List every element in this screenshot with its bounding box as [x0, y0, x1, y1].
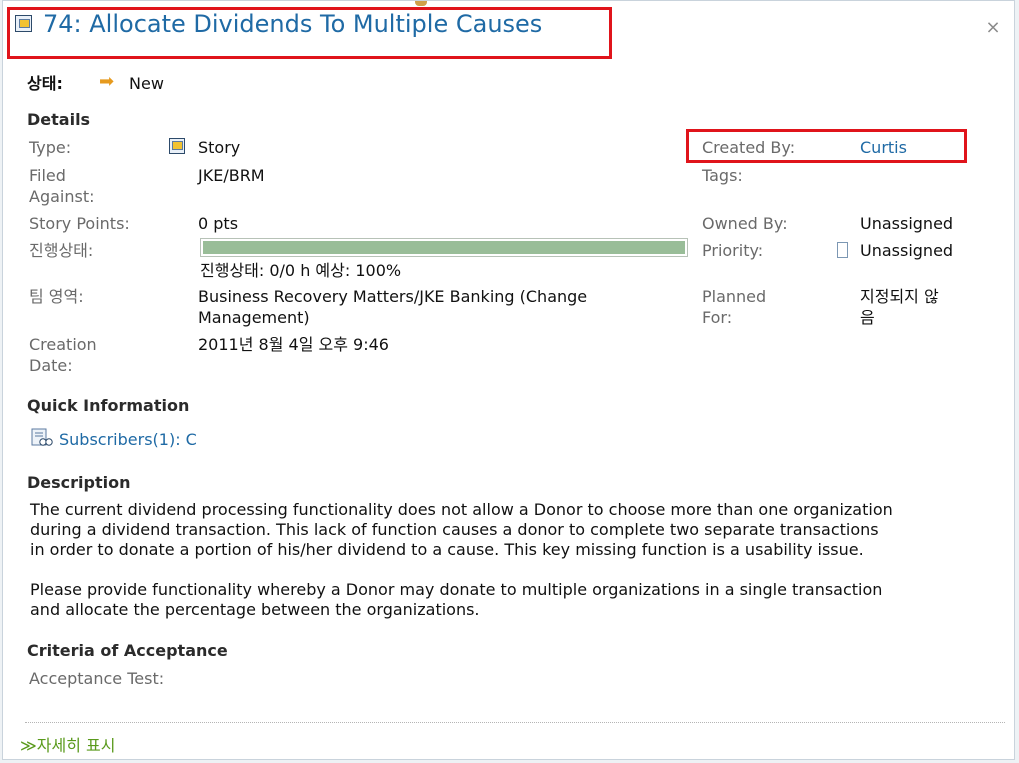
owned-by-label: Owned By: — [702, 214, 788, 233]
type-value: Story — [198, 138, 241, 157]
planned-for-value: 지정되지 않 — [860, 287, 939, 306]
story-icon — [15, 15, 32, 32]
progress-text: 진행상태: 0/0 h 예상: 100% — [200, 261, 402, 280]
priority-value: Unassigned — [860, 241, 954, 260]
priority-icon — [837, 242, 848, 258]
filed-against-value: JKE/BRM — [198, 166, 265, 185]
priority-label: Priority: — [702, 241, 764, 260]
description-paragraph-1: The current dividend processing function… — [30, 500, 990, 560]
progress-label: 진행상태: — [29, 241, 94, 260]
progress-bar-fill — [203, 241, 685, 254]
creation-date-value: 2011년 8월 4일 오후 9:46 — [198, 335, 389, 354]
planned-for-label-cont: For: — [702, 308, 733, 327]
filed-against-label: Filed — [29, 166, 66, 185]
description-paragraph-2: Please provide functionality whereby a D… — [30, 580, 990, 620]
footer-divider — [25, 722, 1005, 723]
close-icon[interactable]: ⨯ — [984, 19, 1002, 37]
description-heading: Description — [27, 473, 131, 492]
description-line: Please provide functionality whereby a D… — [30, 580, 883, 599]
creation-date-label: Creation — [29, 335, 97, 354]
double-chevron-down-icon: ≫ — [20, 736, 37, 755]
status-value: New — [129, 74, 164, 93]
created-by-label: Created By: — [702, 138, 796, 157]
arrow-right-icon: ➡ — [99, 71, 115, 92]
story-icon — [169, 138, 185, 154]
filed-against-label-cont: Against: — [29, 187, 95, 206]
description-line: The current dividend processing function… — [30, 500, 893, 519]
show-more-label: 자세히 표시 — [36, 736, 116, 755]
type-label: Type: — [29, 138, 72, 157]
criteria-heading: Criteria of Acceptance — [27, 641, 228, 660]
subscribers-icon — [31, 428, 53, 446]
description-line: during a dividend transaction. This lack… — [30, 520, 879, 539]
story-points-label: Story Points: — [29, 214, 130, 233]
team-area-label: 팀 영역: — [29, 287, 84, 306]
team-area-value: Business Recovery Matters/JKE Banking (C… — [198, 287, 588, 306]
status-label: 상태: — [27, 74, 63, 93]
pin-marker — [415, 1, 427, 6]
created-by-link[interactable]: Curtis — [860, 137, 907, 158]
progress-bar — [200, 238, 688, 257]
description-line: in order to donate a portion of his/her … — [30, 540, 864, 559]
details-heading: Details — [27, 110, 91, 129]
subscribers-link[interactable]: Subscribers(1): C — [59, 429, 197, 450]
creation-date-label-cont: Date: — [29, 356, 73, 375]
planned-for-value-cont: 음 — [860, 308, 875, 327]
show-more-link[interactable]: ≫자세히 표시 — [20, 732, 115, 756]
planned-for-label: Planned — [702, 287, 767, 306]
tags-label: Tags: — [702, 166, 743, 185]
owned-by-value: Unassigned — [860, 214, 954, 233]
quick-information-heading: Quick Information — [27, 396, 190, 415]
work-item-title-link[interactable]: 74: Allocate Dividends To Multiple Cause… — [43, 10, 542, 38]
team-area-value-cont: Management) — [198, 308, 310, 327]
description-line: and allocate the percentage between the … — [30, 600, 480, 619]
acceptance-test-label: Acceptance Test: — [29, 669, 165, 688]
story-points-value: 0 pts — [198, 214, 239, 233]
work-item-hover-panel: 74: Allocate Dividends To Multiple Cause… — [2, 0, 1015, 760]
